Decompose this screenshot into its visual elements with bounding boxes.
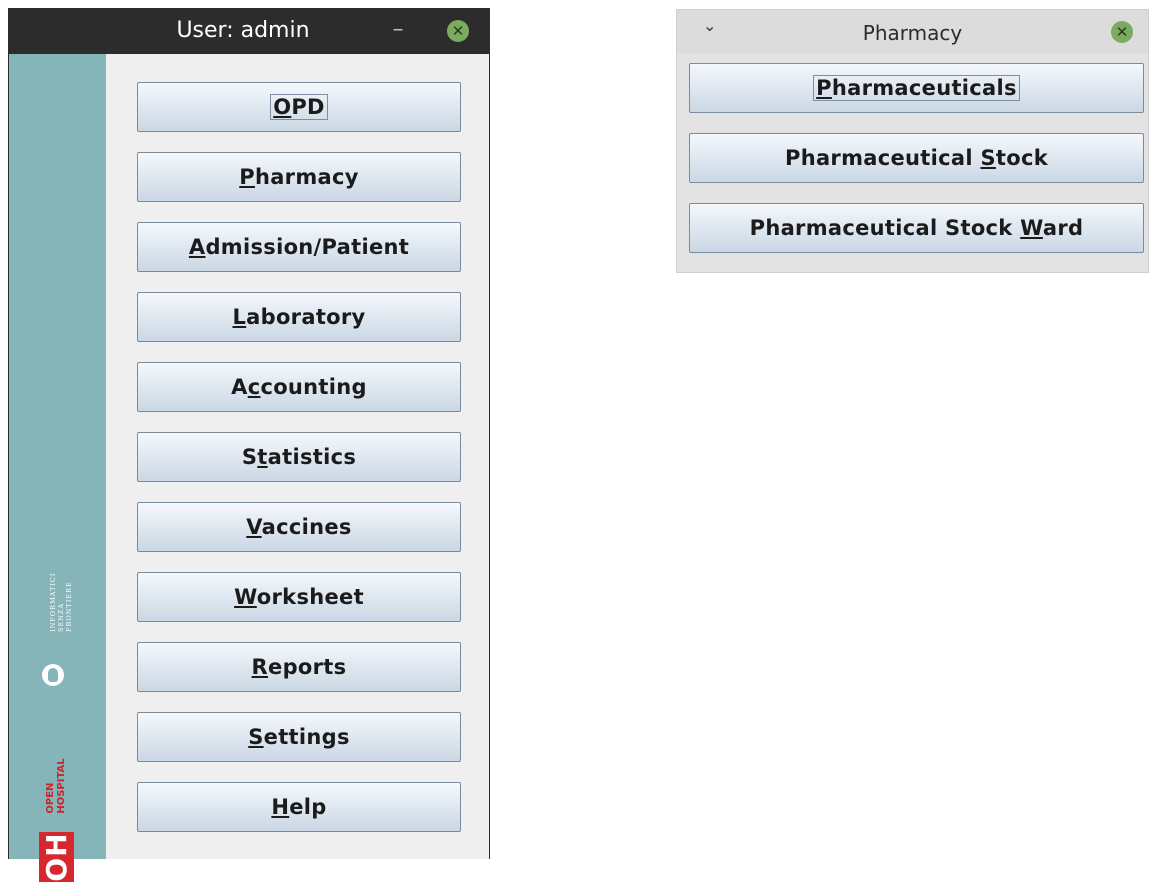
menu-accounting-button[interactable]: Accounting <box>137 362 461 412</box>
button-label: Accounting <box>231 375 367 399</box>
mnemonic-key: S <box>980 146 996 170</box>
button-label: Vaccines <box>246 515 352 539</box>
close-button[interactable]: ✕ <box>447 20 469 42</box>
menu-reports-button[interactable]: Reports <box>137 642 461 692</box>
main-window: User: admin – ✕ INFORMATICI SENZA FRONTI… <box>8 8 490 882</box>
org-line: INFORMATICI <box>49 572 57 632</box>
org-line: SENZA <box>57 602 65 632</box>
button-label: Worksheet <box>234 585 364 609</box>
brand-line: OPEN <box>45 782 56 814</box>
mnemonic-key: A <box>188 235 206 259</box>
menu-pharmacy-button[interactable]: Pharmacy <box>137 152 461 202</box>
button-label: Settings <box>248 725 350 749</box>
pharmacy-window: ⌄ Pharmacy ✕ Pharmaceuticals Pharmaceutic… <box>676 9 1149 273</box>
button-label: Pharmaceutical Stock <box>785 146 1048 170</box>
menu-worksheet-button[interactable]: Worksheet <box>137 572 461 622</box>
mnemonic-key: O <box>273 95 292 119</box>
menu-admission-patient-button[interactable]: Admission/Patient <box>137 222 461 272</box>
mnemonic-key: W <box>234 585 257 609</box>
menu-settings-button[interactable]: Settings <box>137 712 461 762</box>
mnemonic-key: S <box>248 725 264 749</box>
menu-vaccines-button[interactable]: Vaccines <box>137 502 461 552</box>
isf-logo-icon <box>42 664 64 686</box>
pharmacy-window-title: Pharmacy <box>862 21 963 45</box>
button-label: Admission/Patient <box>188 235 410 259</box>
mnemonic-key: W <box>1020 216 1043 240</box>
pharmacy-pharmaceuticals-button[interactable]: Pharmaceuticals <box>689 63 1144 113</box>
mnemonic-key: c <box>247 375 261 399</box>
mnemonic-key: V <box>246 515 262 539</box>
mnemonic-key: R <box>251 655 269 679</box>
mnemonic-key: P <box>816 76 832 100</box>
menu-opd-button[interactable]: OPD <box>137 82 461 132</box>
mnemonic-key: L <box>232 305 247 329</box>
pharmacy-pharmaceutical-stock-ward-button[interactable]: Pharmaceutical Stock Ward <box>689 203 1144 253</box>
oh-badge: OH <box>39 832 74 882</box>
button-label: Pharmaceuticals <box>813 75 1020 101</box>
button-label: Pharmacy <box>239 165 359 189</box>
menu-help-button[interactable]: Help <box>137 782 461 832</box>
mnemonic-key: P <box>239 165 255 189</box>
brand-line: HOSPITAL <box>56 758 67 814</box>
button-label: Reports <box>251 655 347 679</box>
pharmacy-close-button[interactable]: ✕ <box>1111 21 1133 43</box>
org-line: FRONTIERE <box>65 581 73 632</box>
menu-statistics-button[interactable]: Statistics <box>137 432 461 482</box>
window-title: User: admin <box>176 18 310 43</box>
brand-name: OPEN HOSPITAL <box>39 744 74 828</box>
mnemonic-key: t <box>257 445 268 469</box>
mnemonic-key: H <box>271 795 290 819</box>
button-label: Pharmaceutical Stock Ward <box>749 216 1084 240</box>
open-hospital-logo: OPEN HOSPITAL OH <box>39 744 79 882</box>
minimize-button[interactable]: – <box>386 8 410 54</box>
main-titlebar: User: admin – ✕ <box>9 8 489 54</box>
button-label: OPD <box>270 94 328 120</box>
button-label: Laboratory <box>232 305 366 329</box>
menu-laboratory-button[interactable]: Laboratory <box>137 292 461 342</box>
sidebar-banner: INFORMATICI SENZA FRONTIERE OPEN HOSPITA… <box>9 54 106 882</box>
button-label: Help <box>271 795 327 819</box>
pharmacy-titlebar: ⌄ Pharmacy ✕ <box>677 10 1148 54</box>
pharmacy-pharmaceutical-stock-button[interactable]: Pharmaceutical Stock <box>689 133 1144 183</box>
button-label: Statistics <box>241 445 357 469</box>
